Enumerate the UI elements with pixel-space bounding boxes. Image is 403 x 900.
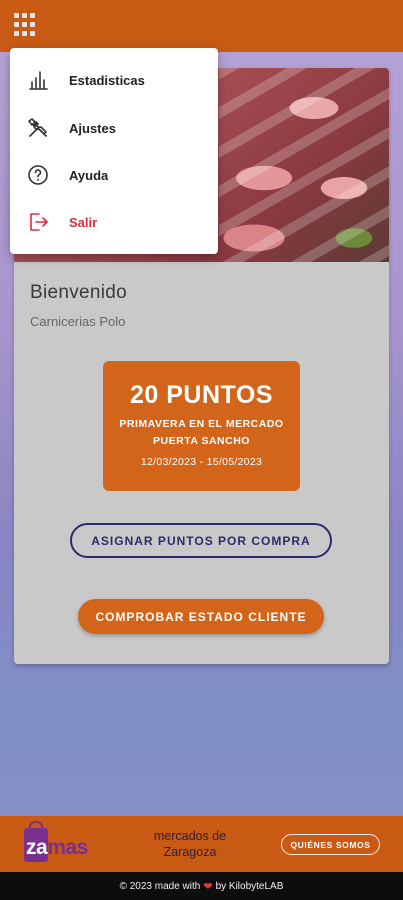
- welcome-title: Bienvenido: [30, 282, 128, 303]
- menu-item-ayuda[interactable]: Ayuda: [10, 155, 218, 195]
- menu-item-label: Estadisticas: [69, 72, 145, 88]
- tagline-line-1: mercados de: [153, 829, 227, 843]
- help-circle-icon: [28, 165, 48, 185]
- shop-name: Carnicerias Polo: [30, 314, 126, 329]
- points-promo-box: 20 PUNTOS PRIMAVERA EN EL MERCADO PUERTA…: [103, 361, 300, 491]
- promo-line-1: PRIMAVERA EN EL MERCADO: [119, 418, 284, 430]
- credits-suffix[interactable]: by KilobyteLAB: [216, 881, 284, 892]
- promo-dates: 12/03/2023 - 15/05/2023: [140, 456, 263, 468]
- zamas-logo[interactable]: zamas: [20, 821, 104, 868]
- menu-item-salir[interactable]: Salir: [10, 202, 218, 242]
- credits-prefix: © 2023 made with: [119, 880, 201, 892]
- logout-icon: [30, 213, 48, 231]
- dropdown-menu: Estadisticas Ajustes Ayuda Salir: [10, 48, 218, 254]
- menu-item-ajustes[interactable]: Ajustes: [10, 108, 218, 148]
- promo-line-2: PUERTA SANCHO: [153, 435, 250, 447]
- promo-name: PRIMAVERA EN EL MERCADO PUERTA SANCHO: [103, 416, 300, 450]
- footer-tagline: mercados de Zaragoza: [140, 828, 240, 860]
- menu-item-label: Ayuda: [69, 167, 109, 183]
- heart-icon: ❤: [203, 880, 213, 893]
- grid-apps-icon[interactable]: [14, 13, 38, 37]
- menu-item-label: Salir: [69, 214, 98, 230]
- menu-item-label: Ajustes: [69, 120, 116, 136]
- footer-bar: zamas mercados de Zaragoza QUIÉNES SOMOS: [0, 816, 403, 872]
- menu-item-estadisticas[interactable]: Estadisticas: [10, 60, 218, 100]
- assign-points-button[interactable]: ASIGNAR PUNTOS POR COMPRA: [70, 523, 332, 558]
- check-client-status-button[interactable]: COMPROBAR ESTADO CLIENTE: [78, 599, 324, 634]
- bar-chart-icon: [29, 71, 48, 90]
- who-we-are-button[interactable]: QUIÉNES SOMOS: [281, 834, 380, 855]
- top-app-bar: [0, 0, 403, 52]
- tools-icon: [28, 118, 47, 137]
- points-value: 20 PUNTOS: [130, 381, 273, 409]
- credits-bar: © 2023 made with ❤ by KilobyteLAB: [0, 872, 403, 900]
- tagline-line-2: Zaragoza: [163, 845, 217, 859]
- logo-wordmark: zamas: [26, 836, 88, 859]
